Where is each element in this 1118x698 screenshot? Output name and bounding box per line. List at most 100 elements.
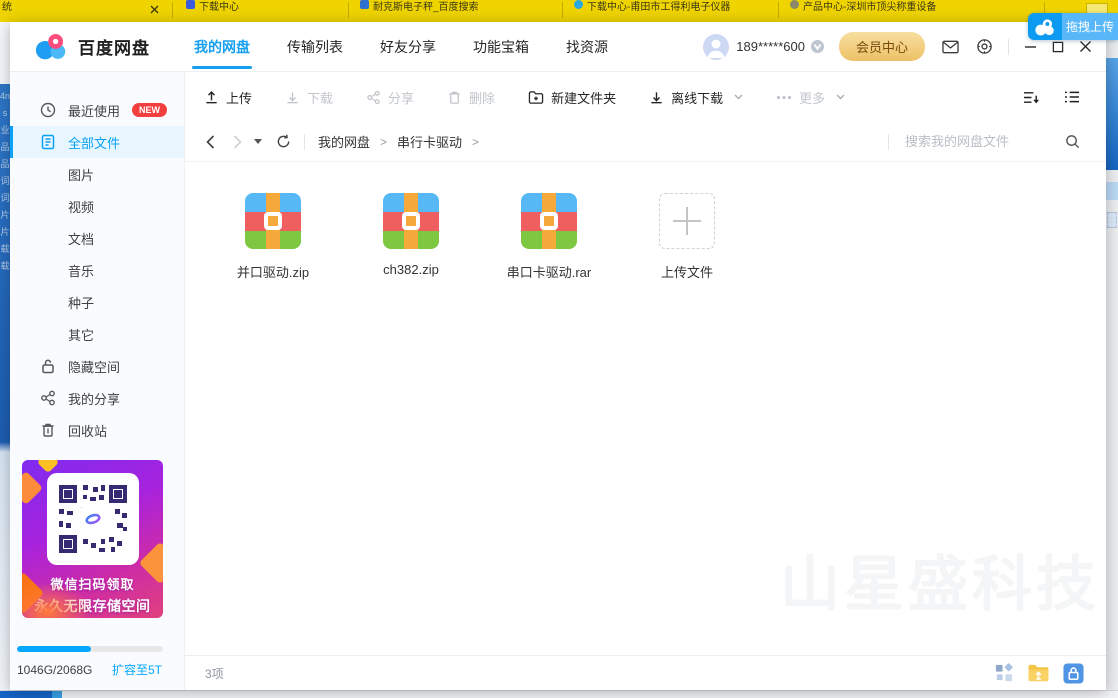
- sidebar-item-label: 种子: [68, 293, 94, 312]
- breadcrumb-separator: >: [380, 135, 387, 149]
- breadcrumb-root[interactable]: 我的网盘: [318, 132, 370, 151]
- background-tab-4[interactable]: 产品中心-深圳市顶尖称重设备: [790, 0, 936, 13]
- sort-order-icon[interactable]: [1023, 90, 1040, 105]
- share-icon: [40, 390, 56, 406]
- archive-file-icon: [383, 193, 439, 249]
- breadcrumb-current[interactable]: 串行卡驱动: [397, 132, 462, 151]
- file-tile-zip-1[interactable]: 并口驱动.zip: [213, 193, 333, 281]
- sidebar-item-recent[interactable]: 最近使用 NEW: [10, 94, 184, 126]
- background-tab-3[interactable]: 下载中心-甫田市工得利电子仪器: [574, 0, 730, 13]
- background-tab-2[interactable]: 耐克斯电子秤_百度搜索: [360, 0, 479, 13]
- mail-icon[interactable]: [942, 40, 959, 54]
- nav-friend-share[interactable]: 好友分享: [380, 22, 436, 72]
- file-grid: 并口驱动.zip ch382.zip 串: [185, 162, 1106, 281]
- sidebar-item-torrents[interactable]: 种子: [10, 286, 184, 318]
- lock-icon: [40, 358, 56, 374]
- username[interactable]: 189*****600: [736, 39, 805, 54]
- file-content-area: 山星盛科技 并口驱动.zip ch382.z: [185, 162, 1106, 655]
- vip-badge-icon[interactable]: [810, 39, 825, 54]
- file-name: 并口驱动.zip: [237, 262, 309, 281]
- trash-icon: [40, 422, 56, 438]
- delete-button[interactable]: 删除: [447, 88, 495, 107]
- download-button[interactable]: 下载: [285, 88, 333, 107]
- file-name: ch382.zip: [383, 262, 439, 277]
- plus-icon: [659, 193, 715, 249]
- nav-my-netdisk[interactable]: 我的网盘: [194, 22, 250, 72]
- search-box: [888, 134, 1106, 150]
- drag-upload-tag[interactable]: 拖拽上传: [1028, 13, 1118, 40]
- background-tab-partial[interactable]: 统: [2, 0, 12, 13]
- more-button[interactable]: 更多: [776, 88, 845, 107]
- file-tile-zip-2[interactable]: ch382.zip: [351, 193, 471, 281]
- sidebar: 最近使用 NEW 全部文件 图片 视频 文档 音乐 种子 其它: [10, 72, 185, 690]
- sidebar-item-all-files[interactable]: 全部文件: [10, 126, 184, 158]
- settings-gear-icon[interactable]: [976, 38, 993, 55]
- background-tab-3-label: 下载中心-甫田市工得利电子仪器: [587, 0, 730, 13]
- sidebar-item-hidden-space[interactable]: 隐藏空间: [10, 350, 184, 382]
- refresh-icon[interactable]: [276, 134, 291, 149]
- forward-button[interactable]: [233, 135, 242, 149]
- main-panel: 上传 下载 分享 删除: [185, 72, 1106, 690]
- tab-separator: [562, 2, 563, 18]
- nav-find-resources[interactable]: 找资源: [566, 22, 608, 72]
- avatar[interactable]: [703, 34, 729, 60]
- wechat-qr-promo-banner[interactable]: 微信扫码领取 永久无限存储空间: [22, 460, 163, 618]
- status-bar: 3项: [185, 655, 1106, 690]
- offline-download-button[interactable]: 离线下载: [649, 88, 743, 107]
- maximize-button[interactable]: [1052, 41, 1064, 53]
- view-tools: [1023, 90, 1106, 105]
- sidebar-item-label: 最近使用: [68, 101, 120, 120]
- sidebar-item-videos[interactable]: 视频: [10, 190, 184, 222]
- upload-button[interactable]: 上传: [204, 88, 252, 107]
- mini-apps-grid-icon[interactable]: [994, 663, 1014, 683]
- delete-label: 删除: [469, 88, 495, 107]
- history-dropdown-icon[interactable]: [254, 139, 262, 144]
- file-tile-rar-1[interactable]: 串口卡驱动.rar: [489, 193, 609, 281]
- storage-expand-link[interactable]: 扩容至5T: [112, 661, 162, 678]
- share-icon: [366, 90, 381, 105]
- background-right-block: [1107, 212, 1117, 228]
- sidebar-item-label: 全部文件: [68, 133, 120, 152]
- breadcrumb-bar: 我的网盘 > 串行卡驱动 >: [185, 122, 1106, 162]
- search-icon[interactable]: [1065, 134, 1080, 149]
- clock-icon: [40, 102, 56, 118]
- offline-download-icon: [649, 90, 664, 105]
- document-icon: [40, 134, 56, 150]
- sidebar-item-label: 视频: [68, 197, 94, 216]
- background-tab-1[interactable]: 下载中心: [186, 0, 239, 13]
- upload-file-tile[interactable]: 上传文件: [627, 193, 747, 281]
- close-button[interactable]: [1079, 40, 1092, 53]
- archive-file-icon: [245, 193, 301, 249]
- share-button[interactable]: 分享: [366, 88, 414, 107]
- upload-label: 上传: [226, 88, 252, 107]
- background-tab-2-label: 耐克斯电子秤_百度搜索: [373, 0, 479, 13]
- netdisk-cloud-icon: [1028, 13, 1062, 40]
- app-header: 百度网盘 我的网盘 传输列表 好友分享 功能宝箱 找资源 189*****600: [10, 22, 1106, 72]
- sidebar-item-my-shares[interactable]: 我的分享: [10, 382, 184, 414]
- more-label: 更多: [799, 88, 825, 107]
- sidebar-item-label: 其它: [68, 325, 94, 344]
- hidden-space-lock-icon[interactable]: [1063, 663, 1084, 684]
- item-count: 3项: [205, 665, 224, 682]
- background-tab-1-label: 下载中心: [199, 0, 239, 13]
- download-label: 下载: [307, 88, 333, 107]
- background-tab-close-icon[interactable]: [150, 1, 159, 19]
- sidebar-item-documents[interactable]: 文档: [10, 222, 184, 254]
- sidebar-item-recycle-bin[interactable]: 回收站: [10, 414, 184, 446]
- minimize-button[interactable]: [1024, 40, 1037, 53]
- nav-toolbox[interactable]: 功能宝箱: [473, 22, 529, 72]
- sidebar-item-music[interactable]: 音乐: [10, 254, 184, 286]
- tab-favicon: [574, 0, 583, 9]
- back-button[interactable]: [206, 135, 215, 149]
- list-view-icon[interactable]: [1064, 90, 1080, 105]
- watermark: 山星盛科技: [780, 536, 1100, 623]
- background-right-block: [1106, 58, 1118, 170]
- member-center-button[interactable]: 会员中心: [839, 32, 925, 61]
- search-input[interactable]: [905, 134, 1055, 149]
- sidebar-item-pictures[interactable]: 图片: [10, 158, 184, 190]
- sidebar-item-others[interactable]: 其它: [10, 318, 184, 350]
- nav-transfer-list[interactable]: 传输列表: [287, 22, 343, 72]
- folder-upload-icon[interactable]: [1027, 663, 1050, 683]
- new-folder-button[interactable]: 新建文件夹: [528, 88, 616, 107]
- sidebar-item-label: 隐藏空间: [68, 357, 120, 376]
